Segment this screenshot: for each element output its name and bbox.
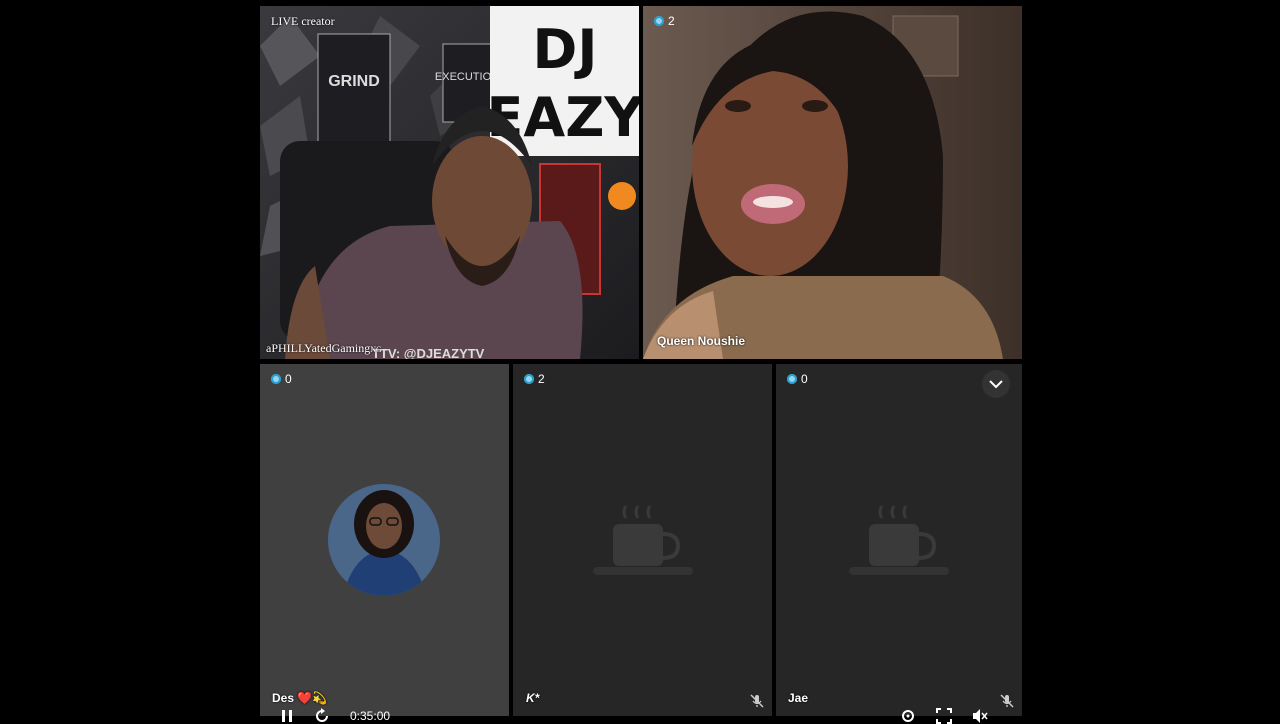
guest-name-tag: Queen Noushie [657,334,746,348]
elapsed-time: 0:35:00 [350,709,391,723]
viewer-count-value: 2 [538,372,545,386]
collapse-button[interactable] [982,370,1010,398]
coffee-cup-icon [592,505,693,575]
player-controls: 0:35:00 [280,708,390,724]
viewer-count-value: 0 [801,372,808,386]
viewer-count: 2 [524,372,545,386]
view-controls [900,708,988,724]
viewer-dot-icon [787,374,797,384]
viewer-count: 2 [654,14,675,28]
viewer-count: 0 [271,372,292,386]
guest-name-tag: K* [526,691,540,705]
muted-mic-icon [1000,694,1014,708]
stream-overlay-text: TTV: @DJEAZYTV [372,346,485,359]
host-username: aPHILLYatedGaming [266,341,371,355]
settings-gear-icon[interactable] [900,708,916,724]
pause-icon[interactable] [280,709,294,723]
viewer-dot-icon [524,374,534,384]
avatar [328,484,440,596]
viewer-dot-icon [271,374,281,384]
chevron-down-icon [989,380,1003,389]
svg-text:GRIND: GRIND [328,73,380,90]
volume-mute-icon[interactable] [972,708,988,724]
svg-text:DJ: DJ [533,18,598,81]
guest-name-tag: Jae [788,691,809,705]
coffee-cup-icon [849,505,949,575]
guest-tile-des[interactable]: 0 Des ❤️💫 [260,364,509,716]
guest-name-tag: Des ❤️💫 [272,691,328,705]
guest-video-tile-queen[interactable]: 2 Queen Noushie [643,6,1022,359]
viewer-count-value: 2 [668,14,675,28]
refresh-icon[interactable] [314,708,330,724]
svg-text:EXECUTION: EXECUTION [435,71,499,83]
viewer-dot-icon [654,16,664,26]
host-username-suffix: NG [370,345,382,354]
viewer-count-value: 0 [285,372,292,386]
host-name-tag: aPHILLYatedGamingNG [266,341,382,356]
live-creator-label: LIVE creator [271,14,335,28]
fullscreen-icon[interactable] [936,708,952,724]
guest-video-frame [643,6,1022,359]
viewer-count: 0 [787,372,808,386]
muted-mic-icon [750,694,764,708]
guest-tile-k[interactable]: 2 K* [513,364,772,716]
guest-tile-jae[interactable]: 0 Jae [776,364,1022,716]
host-video-tile[interactable]: GRIND EXECUTION DJ EAZY LIVE creator TTV… [260,6,639,359]
host-video-frame: GRIND EXECUTION DJ EAZY [260,6,639,359]
